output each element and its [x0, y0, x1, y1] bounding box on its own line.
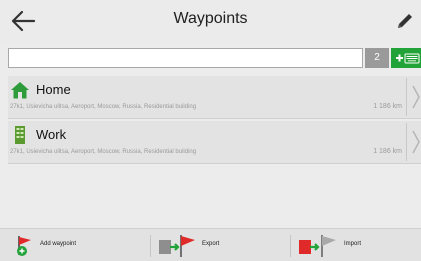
add-waypoint-button[interactable]: Add waypoint — [14, 229, 134, 261]
waypoint-address: 27k1, Usievicha ulitsa, Aeroport, Moscow… — [10, 149, 197, 155]
add-waypoint-label: Add waypoint — [40, 241, 77, 247]
house-icon — [11, 82, 29, 99]
import-label: Import — [344, 241, 362, 247]
pencil-edit-icon[interactable] — [395, 11, 415, 31]
page-title: Waypoints — [173, 10, 248, 27]
waypoint-name: Home — [36, 82, 71, 97]
import-button[interactable]: Import — [298, 229, 408, 261]
add-flag-icon — [17, 236, 31, 256]
row-divider — [406, 123, 407, 161]
waypoint-list: Home 27k1, Usievicha ulitsa, Aeroport, M… — [8, 76, 421, 166]
chevron-right-icon[interactable] — [411, 84, 421, 110]
row-divider — [406, 78, 407, 116]
export-label: Export — [202, 241, 220, 247]
chevron-right-icon[interactable] — [411, 129, 421, 155]
keyboard-button[interactable] — [391, 48, 421, 68]
waypoint-distance: 1 186 km — [373, 103, 402, 110]
waypoint-distance: 1 186 km — [373, 148, 402, 155]
waypoint-row-work[interactable]: Work 27k1, Usievicha ulitsa, Aeroport, M… — [8, 121, 421, 164]
office-building-icon — [15, 126, 25, 144]
plus-keyboard-icon — [396, 53, 420, 64]
toolbar-divider — [290, 235, 291, 257]
export-flags-icon — [159, 235, 195, 257]
waypoint-row-home[interactable]: Home 27k1, Usievicha ulitsa, Aeroport, M… — [8, 76, 421, 119]
search-input[interactable] — [8, 48, 363, 68]
waypoint-count-badge: 2 — [365, 48, 389, 68]
import-flags-icon — [299, 235, 336, 257]
waypoint-name: Work — [36, 127, 67, 142]
bottom-toolbar: Add waypoint Export Import — [0, 228, 421, 261]
toolbar-divider — [150, 235, 151, 257]
export-button[interactable]: Export — [158, 229, 268, 261]
search-row: 2 — [8, 48, 421, 70]
waypoint-address: 27k1, Usievicha ulitsa, Aeroport, Moscow… — [10, 104, 197, 110]
title-bar: Waypoints — [0, 0, 421, 42]
